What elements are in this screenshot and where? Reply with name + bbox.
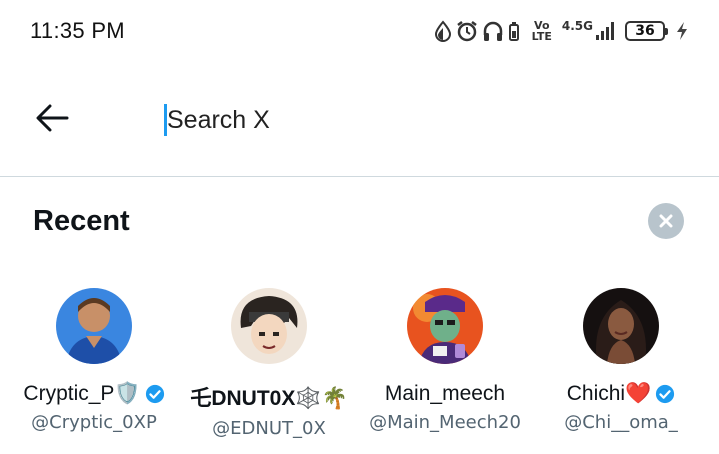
recent-user[interactable]: Chichi❤️ @Chi__oma_ [536, 288, 706, 433]
clear-recent-button[interactable] [648, 203, 684, 239]
recent-users-list: Cryptic_P🛡️ @Cryptic_0XP 乇DNUT0X🕸️🌴 @EDN… [0, 288, 719, 454]
search-field[interactable] [164, 102, 587, 138]
user-handle: @Main_Meech20 [369, 412, 521, 433]
avatar[interactable] [56, 288, 132, 364]
recent-user[interactable]: Main_meech @Main_Meech20 [360, 288, 530, 433]
signal-icon: 4.5G [561, 19, 617, 41]
back-button[interactable] [28, 94, 76, 142]
recent-user[interactable]: 乇DNUT0X🕸️🌴 @EDNUT_0X [184, 288, 354, 439]
display-name: Cryptic_P🛡️ [23, 382, 164, 406]
header-divider [0, 176, 719, 177]
avatar[interactable] [407, 288, 483, 364]
status-time: 11:35 PM [30, 18, 125, 43]
arrow-left-icon [36, 104, 69, 132]
close-icon [659, 214, 673, 228]
avatar[interactable] [583, 288, 659, 364]
signal-label: 4.5G [561, 19, 593, 33]
display-name: 乇DNUT0X🕸️🌴 [190, 387, 348, 410]
recent-user[interactable]: Cryptic_P🛡️ @Cryptic_0XP [9, 288, 179, 433]
verified-badge-icon [656, 384, 675, 404]
data-saver-icon [434, 20, 452, 42]
user-handle: @EDNUT_0X [212, 418, 326, 439]
avatar[interactable] [231, 288, 307, 364]
battery-saver-icon [508, 20, 520, 42]
alarm-icon [456, 20, 478, 42]
headphones-icon [482, 20, 504, 42]
battery-icon: 36 [625, 21, 668, 41]
user-handle: @Cryptic_0XP [31, 412, 157, 433]
status-icons: Vo LTE 4.5G 36 [434, 16, 689, 46]
search-header [0, 64, 719, 176]
search-input[interactable] [167, 105, 587, 135]
volte-icon: Vo LTE [531, 19, 552, 43]
user-handle: @Chi__oma_ [564, 412, 678, 433]
recent-title: Recent [33, 205, 130, 237]
status-bar: 11:35 PM Vo LTE 4.5G 36 [0, 0, 719, 64]
charging-icon [675, 21, 689, 41]
verified-badge-icon [145, 384, 164, 404]
display-name: Main_meech [384, 382, 506, 405]
display-name: Chichi❤️ [567, 382, 676, 406]
